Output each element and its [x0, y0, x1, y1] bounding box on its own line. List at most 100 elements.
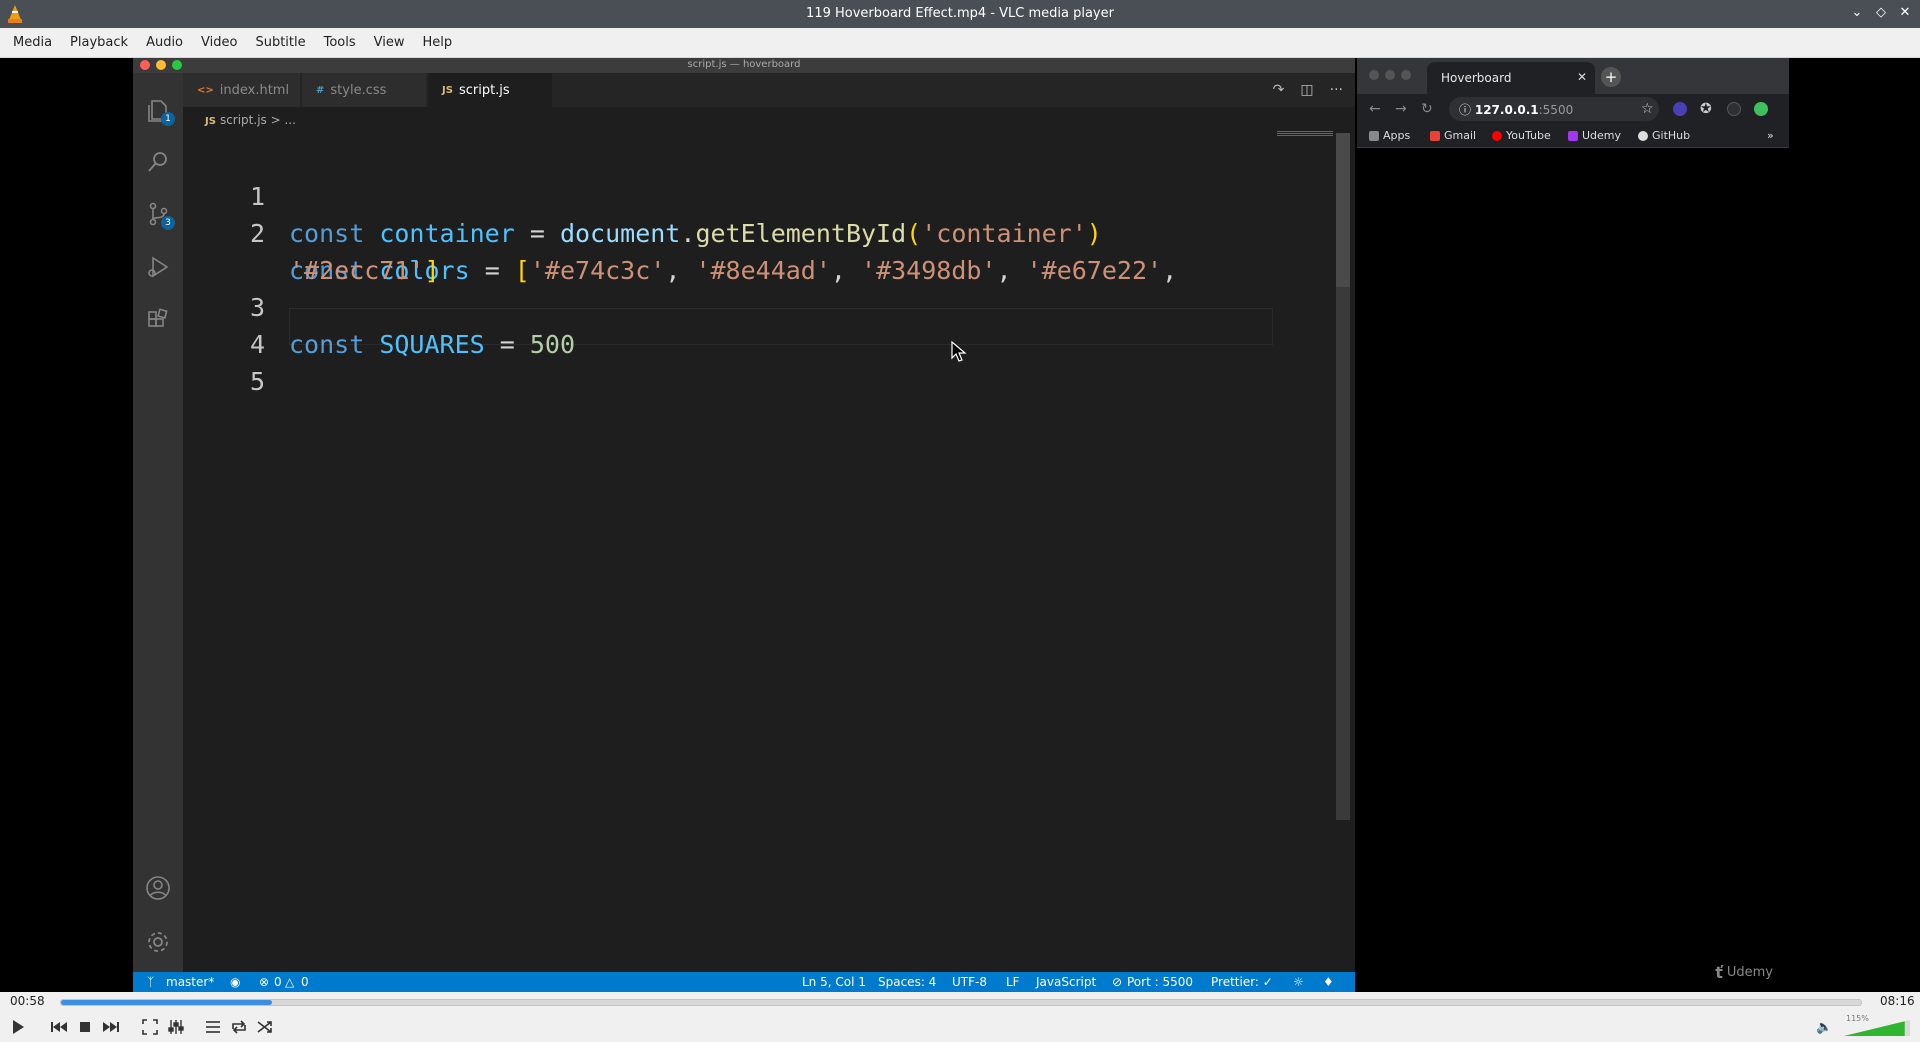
branch-name: master*	[166, 975, 215, 989]
shuffle-button[interactable]	[253, 1015, 277, 1039]
loop-icon	[232, 1020, 246, 1034]
breadcrumb: JS script.js > ...	[205, 113, 296, 127]
tab-label: style.css	[330, 82, 387, 98]
youtube-icon	[1492, 130, 1502, 141]
menubar: Media Playback Audio Video Subtitle Tool…	[0, 28, 1920, 58]
language-mode: JavaScript	[1036, 975, 1097, 989]
editor-tabs: <> index.html # style.css JS script.js ↷…	[183, 73, 1355, 107]
volume-slider[interactable]	[1842, 1018, 1912, 1038]
video-area[interactable]: script.js — hoverboard 1 3 <> index.html…	[0, 58, 1920, 992]
udemy-icon	[1568, 130, 1578, 141]
line-number: 5	[249, 367, 265, 396]
seek-progress	[61, 1000, 272, 1005]
menu-audio[interactable]: Audio	[137, 35, 192, 50]
url-port: :5500	[1538, 103, 1574, 117]
menu-tools[interactable]: Tools	[315, 35, 365, 50]
bookmark-youtube: YouTube	[1492, 129, 1551, 142]
menu-media[interactable]: Media	[4, 35, 61, 50]
shuffle-icon	[257, 1021, 272, 1033]
close-window-button[interactable]: ✕	[1896, 4, 1914, 22]
minimize-button[interactable]: ⌄	[1848, 4, 1866, 22]
extension-icon	[1673, 102, 1687, 116]
playback-controls: 🔈 115%	[0, 1012, 1920, 1042]
code-editor: 1 const container = document.getElementB…	[183, 128, 1337, 972]
menu-view[interactable]: View	[365, 35, 414, 50]
live-server-port: Port : 5500	[1127, 975, 1193, 989]
code-line-5: 5	[183, 326, 1283, 396]
vscode-titlebar: script.js — hoverboard	[133, 58, 1355, 73]
mouse-pointer-icon	[951, 341, 967, 362]
stop-icon	[80, 1022, 90, 1032]
indentation: Spaces: 4	[878, 975, 937, 989]
account-icon	[145, 875, 171, 901]
menu-subtitle[interactable]: Subtitle	[246, 35, 314, 50]
volume-icon[interactable]: 🔈	[1816, 1020, 1832, 1035]
stop-button[interactable]	[73, 1015, 97, 1039]
more-bookmarks-icon: »	[1767, 129, 1774, 142]
tab-script-js: JS script.js	[428, 73, 553, 107]
vlc-titlebar: 119 Hoverboard Effect.mp4 - VLC media pl…	[0, 0, 1920, 28]
next-button[interactable]	[99, 1015, 123, 1039]
menu-playback[interactable]: Playback	[61, 35, 137, 50]
extended-settings-button[interactable]	[164, 1015, 188, 1039]
open-changes-icon: ↷	[1272, 82, 1285, 98]
bookmarks-bar: Apps Gmail YouTube Udemy GitHub »	[1357, 124, 1789, 148]
udemy-logo-icon: ť	[1715, 963, 1723, 982]
star-icon: ☆	[1641, 101, 1654, 117]
maximize-button[interactable]: ◇	[1872, 4, 1890, 22]
warning-icon: △	[285, 975, 295, 989]
previous-button[interactable]	[47, 1015, 71, 1039]
fullscreen-icon	[142, 1019, 158, 1035]
playlist-button[interactable]	[201, 1015, 225, 1039]
extensions-icon	[145, 307, 171, 333]
feedback-icon: ☼	[1293, 975, 1304, 989]
browser-window: Hoverboard ✕ + ← → ↻ ⓘ 127.0.0.1:5500 ☆ …	[1357, 58, 1789, 992]
activity-bar: 1 3	[133, 73, 183, 972]
fullscreen-button[interactable]	[138, 1015, 162, 1039]
breadcrumb-file: script.js	[219, 113, 267, 127]
menu-help[interactable]: Help	[414, 35, 462, 50]
js-file-icon: JS	[205, 116, 216, 127]
bookmark-udemy: Udemy	[1568, 129, 1621, 142]
menu-video[interactable]: Video	[192, 35, 246, 50]
seek-row: 00:58 08:16	[0, 992, 1920, 1012]
apps-grid-icon	[1369, 130, 1379, 141]
status-bar: ᛉ master* ◉ ⊗ 0 △ 0 Ln 5, Col 1 Spaces: …	[133, 972, 1355, 992]
browser-tab: Hoverboard ✕	[1427, 62, 1595, 94]
split-editor-icon: ◫	[1300, 82, 1314, 98]
back-icon: ←	[1369, 101, 1381, 117]
run-debug-icon	[145, 254, 171, 280]
tab-index-html: <> index.html	[183, 73, 301, 107]
window-title: 119 Hoverboard Effect.mp4 - VLC media pl…	[806, 6, 1114, 21]
gear-icon	[145, 929, 171, 955]
tab-label: index.html	[219, 82, 290, 98]
play-button[interactable]	[6, 1015, 30, 1039]
encoding: UTF-8	[952, 975, 987, 989]
new-tab-icon: +	[1601, 67, 1621, 87]
prettier-status: Prettier: ✓	[1211, 975, 1273, 989]
seek-slider[interactable]	[60, 999, 1862, 1006]
code-line-3: 3 const SQUARES = 500	[183, 252, 1283, 359]
line-ending: LF	[1006, 975, 1020, 989]
editor-scrollbar	[1336, 133, 1350, 820]
live-server-icon: ⊘	[1112, 975, 1123, 989]
previous-icon	[51, 1022, 67, 1032]
gmail-icon	[1430, 130, 1440, 141]
code-line-2: 2 const colors = ['#e74c3c', '#8e44ad', …	[183, 178, 1283, 285]
code-line-2-wrap: '#2ecc71']	[289, 256, 440, 285]
css-file-icon: #	[316, 84, 325, 96]
total-time: 08:16	[1880, 994, 1915, 1008]
source-control-badge: 3	[161, 216, 175, 230]
sync-icon: ◉	[230, 975, 241, 989]
volume-level	[1844, 1021, 1905, 1036]
page-viewport: ť Udemy	[1357, 148, 1789, 992]
bookmark-github: GitHub	[1638, 129, 1690, 142]
forward-icon: →	[1395, 101, 1407, 117]
address-bar: ⓘ 127.0.0.1:5500	[1449, 97, 1659, 121]
reload-icon: ↻	[1421, 101, 1433, 117]
loop-button[interactable]	[227, 1015, 251, 1039]
explorer-badge: 1	[161, 112, 175, 126]
udemy-watermark: ť Udemy	[1715, 963, 1773, 982]
next-icon	[103, 1022, 119, 1032]
play-icon	[13, 1020, 24, 1034]
